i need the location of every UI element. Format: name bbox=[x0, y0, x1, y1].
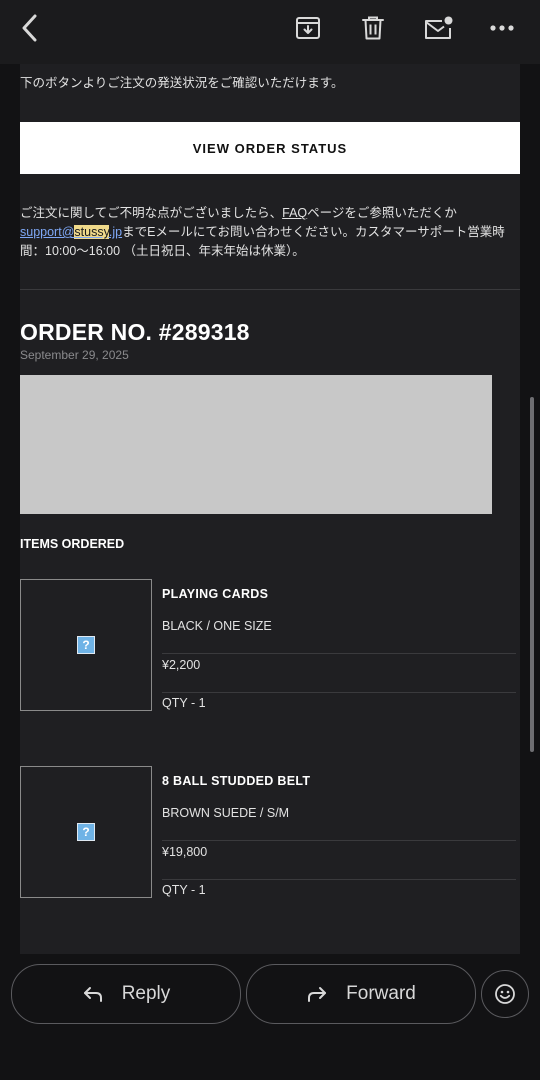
smiley-icon bbox=[495, 984, 515, 1004]
support-email-prefix: support@ bbox=[20, 225, 75, 239]
archive-icon[interactable] bbox=[290, 10, 326, 46]
item-qty-row: QTY - 1 bbox=[162, 879, 516, 917]
intro-text: 下のボタンよりご注文の発送状況をご確認いただけます。 bbox=[20, 76, 344, 90]
broken-image-icon: ? bbox=[77, 823, 95, 841]
more-icon[interactable] bbox=[484, 10, 520, 46]
emoji-reaction-button[interactable] bbox=[481, 970, 529, 1018]
item-name: PLAYING CARDS bbox=[162, 587, 269, 601]
broken-image-icon: ? bbox=[77, 636, 95, 654]
mark-unread-icon[interactable] bbox=[420, 10, 456, 46]
item-price: ¥2,200 bbox=[162, 658, 201, 672]
email-body: 下のボタンよりご注文の発送状況をご確認いただけます。 VIEW ORDER ST… bbox=[20, 64, 520, 954]
forward-button[interactable]: Forward bbox=[246, 964, 476, 1024]
item-variant-row: BLACK / ONE SIZE bbox=[162, 615, 516, 654]
image-placeholder-banner bbox=[20, 375, 492, 514]
top-toolbar bbox=[0, 0, 540, 64]
bottom-action-bar: Reply Forward bbox=[0, 954, 540, 1080]
item-image: ? bbox=[20, 766, 152, 898]
section-divider bbox=[20, 289, 520, 290]
item-price-row: ¥19,800 bbox=[162, 841, 516, 880]
view-order-status-button[interactable]: VIEW ORDER STATUS bbox=[20, 122, 520, 174]
item-name: 8 BALL STUDDED BELT bbox=[162, 774, 311, 788]
forward-icon bbox=[308, 987, 327, 1002]
reply-icon bbox=[83, 987, 102, 1002]
scrollbar[interactable] bbox=[530, 397, 534, 752]
item-qty: QTY - 1 bbox=[162, 696, 206, 710]
help-text-part2: ページをご参照いただくか bbox=[307, 206, 457, 220]
items-ordered-heading: ITEMS ORDERED bbox=[20, 537, 125, 551]
item-variant: BROWN SUEDE / S/M bbox=[162, 806, 290, 820]
back-arrow-icon[interactable] bbox=[12, 10, 48, 46]
item-variant-row: BROWN SUEDE / S/M bbox=[162, 802, 516, 841]
order-item: ? 8 BALL STUDDED BELT BROWN SUEDE / S/M … bbox=[20, 766, 520, 906]
forward-label: Forward bbox=[346, 983, 416, 1004]
item-qty-row: QTY - 1 bbox=[162, 692, 516, 730]
item-image: ? bbox=[20, 579, 152, 711]
item-price: ¥19,800 bbox=[162, 845, 208, 859]
support-email-suffix: .jp bbox=[108, 225, 123, 239]
order-item: ? PLAYING CARDS BLACK / ONE SIZE ¥2,200 … bbox=[20, 579, 520, 719]
help-text-part1: ご注文に関してご不明な点がございましたら、 bbox=[20, 206, 283, 220]
reply-label: Reply bbox=[121, 983, 171, 1004]
trash-icon[interactable] bbox=[355, 10, 391, 46]
reply-button[interactable]: Reply bbox=[11, 964, 241, 1024]
order-date: September 29, 2025 bbox=[20, 348, 129, 362]
item-qty: QTY - 1 bbox=[162, 883, 206, 897]
support-email-highlight: stussy bbox=[74, 225, 109, 239]
support-email-link[interactable]: support@stussy.jp bbox=[20, 225, 122, 239]
order-number: ORDER NO. #289318 bbox=[20, 319, 250, 345]
faq-link[interactable]: FAQ bbox=[282, 206, 307, 220]
item-price-row: ¥2,200 bbox=[162, 654, 516, 693]
item-variant: BLACK / ONE SIZE bbox=[162, 619, 272, 633]
help-text: ご注文に関してご不明な点がございましたら、FAQページをご参照いただくか supp… bbox=[20, 204, 520, 261]
